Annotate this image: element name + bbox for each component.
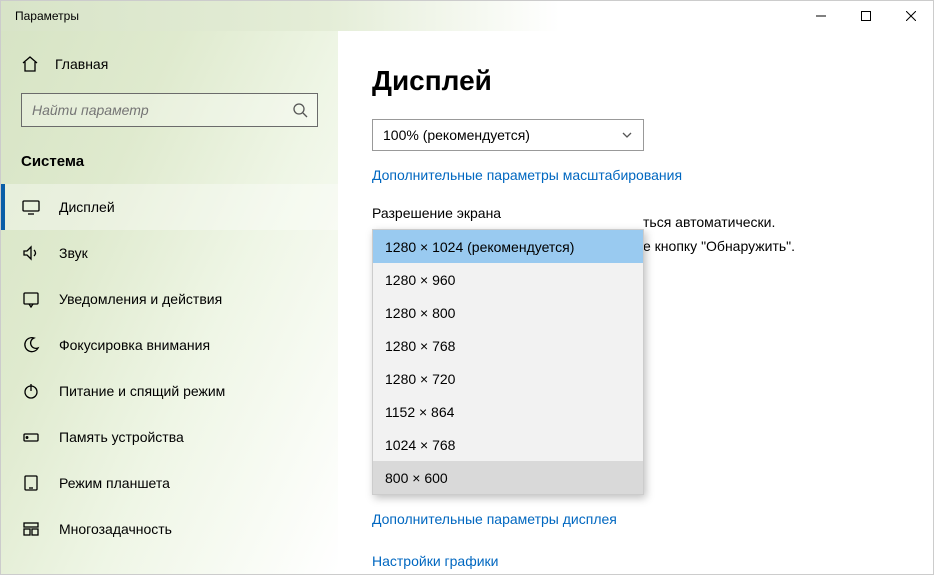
sidebar-item-label: Звук bbox=[59, 245, 88, 261]
scale-select[interactable]: 100% (рекомендуется) bbox=[372, 119, 644, 151]
sidebar-item-6[interactable]: Режим планшета bbox=[1, 460, 338, 506]
home-icon bbox=[21, 55, 39, 73]
search-icon bbox=[291, 102, 309, 118]
scale-value: 100% (рекомендуется) bbox=[383, 127, 530, 143]
moon-icon bbox=[21, 336, 41, 354]
settings-window: Параметры Главная Система ДисплейЗвукУв bbox=[0, 0, 934, 575]
sidebar-item-label: Режим планшета bbox=[59, 475, 170, 491]
advanced-scaling-link[interactable]: Дополнительные параметры масштабирования bbox=[372, 167, 909, 183]
home-label: Главная bbox=[55, 56, 108, 72]
sidebar-item-label: Фокусировка внимания bbox=[59, 337, 210, 353]
multitask-icon bbox=[21, 520, 41, 538]
sidebar-item-label: Уведомления и действия bbox=[59, 291, 222, 307]
titlebar: Параметры bbox=[1, 1, 933, 31]
page-title: Дисплей bbox=[372, 65, 909, 97]
sidebar-item-label: Дисплей bbox=[59, 199, 115, 215]
resolution-option[interactable]: 1280 × 1024 (рекомендуется) bbox=[373, 230, 643, 263]
search-box[interactable] bbox=[21, 93, 318, 127]
sidebar: Главная Система Дисплей Звук Уведомления и… bbox=[1, 31, 338, 574]
graphics-settings-link[interactable]: Настройки графики bbox=[372, 553, 909, 569]
sidebar-item-5[interactable]: Память устройства bbox=[1, 414, 338, 460]
resolution-option[interactable]: 1280 × 720 bbox=[373, 362, 643, 395]
partial-text: ться автоматически. е кнопку "Обнаружить… bbox=[643, 211, 795, 259]
resolution-option[interactable]: 800 × 600 bbox=[373, 461, 643, 494]
window-title: Параметры bbox=[15, 9, 79, 23]
sidebar-item-label: Многозадачность bbox=[59, 521, 172, 537]
power-icon bbox=[21, 382, 41, 400]
maximize-button[interactable] bbox=[843, 1, 888, 31]
tablet-icon bbox=[21, 474, 41, 492]
sidebar-item-label: Память устройства bbox=[59, 429, 184, 445]
section-title: Система bbox=[1, 127, 338, 184]
home-button[interactable]: Главная bbox=[1, 49, 338, 79]
resolution-option[interactable]: 1280 × 800 bbox=[373, 296, 643, 329]
resolution-option[interactable]: 1024 × 768 bbox=[373, 428, 643, 461]
notification-icon bbox=[21, 290, 41, 308]
sidebar-item-0[interactable]: Дисплей bbox=[1, 184, 338, 230]
minimize-button[interactable] bbox=[798, 1, 843, 31]
nav-list: Дисплей Звук Уведомления и действия Фокусир… bbox=[1, 184, 338, 552]
storage-icon bbox=[21, 428, 41, 446]
sidebar-item-1[interactable]: Звук bbox=[1, 230, 338, 276]
resolution-label: Разрешение экрана bbox=[372, 205, 909, 221]
monitor-icon bbox=[21, 198, 41, 216]
resolution-option[interactable]: 1280 × 960 bbox=[373, 263, 643, 296]
advanced-display-link[interactable]: Дополнительные параметры дисплея bbox=[372, 511, 909, 527]
resolution-dropdown: 1280 × 1024 (рекомендуется)1280 × 960128… bbox=[372, 229, 644, 495]
sound-icon bbox=[21, 244, 41, 262]
window-controls bbox=[798, 1, 933, 31]
main-content: Дисплей 100% (рекомендуется) Дополнитель… bbox=[338, 31, 933, 574]
close-button[interactable] bbox=[888, 1, 933, 31]
sidebar-item-label: Питание и спящий режим bbox=[59, 383, 225, 399]
resolution-option[interactable]: 1152 × 864 bbox=[373, 395, 643, 428]
chevron-down-icon bbox=[621, 129, 633, 141]
sidebar-item-3[interactable]: Фокусировка внимания bbox=[1, 322, 338, 368]
sidebar-item-4[interactable]: Питание и спящий режим bbox=[1, 368, 338, 414]
sidebar-item-2[interactable]: Уведомления и действия bbox=[1, 276, 338, 322]
resolution-option[interactable]: 1280 × 768 bbox=[373, 329, 643, 362]
window-body: Главная Система Дисплей Звук Уведомления и… bbox=[1, 31, 933, 574]
sidebar-item-7[interactable]: Многозадачность bbox=[1, 506, 338, 552]
search-input[interactable] bbox=[32, 102, 291, 118]
